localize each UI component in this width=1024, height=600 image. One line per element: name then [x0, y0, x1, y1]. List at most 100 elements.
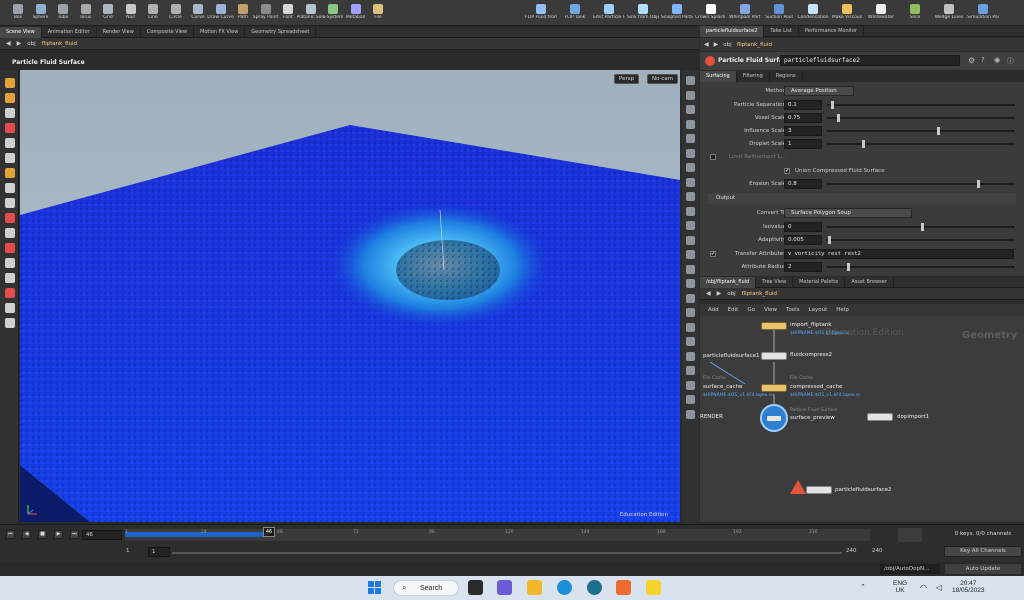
display-option-icon[interactable] — [686, 250, 695, 259]
viewport-tool-icon[interactable] — [5, 288, 15, 298]
subtab-0[interactable]: Surfacing — [700, 71, 737, 82]
frame-ruler[interactable]: 46 1 24 48 72 96 120 144 168 192 216 — [125, 527, 870, 541]
viewport-tool-icon[interactable] — [5, 198, 15, 208]
method-menu[interactable]: Average Position — [784, 86, 854, 96]
fluid-tool-3[interactable]: Sink from Objects — [627, 4, 659, 24]
range-start-field[interactable]: 1 — [148, 547, 170, 557]
fluid-tool-1[interactable]: FLIP Tank — [559, 4, 591, 24]
display-option-icon[interactable] — [686, 366, 695, 375]
display-option-icon[interactable] — [686, 76, 695, 85]
forward-icon[interactable]: ▶ — [717, 290, 722, 297]
viewport-tool-icon[interactable] — [5, 138, 15, 148]
display-option-icon[interactable] — [686, 293, 695, 303]
camera-menu[interactable]: No cam — [647, 74, 678, 84]
frame-indicator[interactable]: 46 — [263, 527, 275, 537]
node-preview-ring[interactable] — [760, 404, 788, 432]
tab-param-2[interactable]: Performance Monitor — [799, 25, 865, 37]
node-compress[interactable] — [761, 352, 787, 360]
tab-scene-3[interactable]: Composite View — [141, 26, 194, 38]
droplet-field[interactable]: 1 — [784, 139, 822, 149]
limit-checkbox[interactable] — [710, 154, 716, 160]
viewport-tool-icon[interactable] — [5, 168, 15, 178]
clock[interactable]: 20:47 18/05/2023 — [952, 580, 985, 594]
display-option-icon[interactable] — [686, 322, 695, 332]
psep-field[interactable]: 0.1 — [784, 100, 822, 110]
viewport-tool-icon[interactable] — [5, 153, 15, 163]
display-option-icon[interactable] — [686, 192, 695, 201]
fluid-tool-11[interactable]: Slice — [899, 4, 931, 24]
forward-icon[interactable]: ▶ — [17, 40, 22, 47]
net-path-fliptank[interactable]: fliptank_fluid — [742, 291, 777, 297]
auto-update-menu[interactable]: Auto Update — [945, 564, 1021, 574]
display-option-icon[interactable] — [686, 134, 695, 143]
task-view-icon[interactable] — [468, 580, 483, 595]
tab-param-0[interactable]: particlefluidsurface2 — [700, 25, 765, 37]
psep-slider[interactable] — [827, 101, 1015, 109]
back-icon[interactable]: ◀ — [6, 40, 11, 47]
last-frame-button[interactable]: ⏭ — [70, 530, 79, 539]
fluid-tool-9[interactable]: Make Viscous — [831, 4, 863, 24]
edge-icon[interactable] — [557, 580, 572, 595]
display-option-icon[interactable] — [686, 308, 695, 317]
scene-viewport[interactable]: Education Edition — [20, 70, 680, 522]
influence-field[interactable]: 3 — [784, 126, 822, 136]
volume-icon[interactable]: ◁ — [936, 583, 942, 592]
viewport-tool-icon[interactable] — [5, 243, 15, 253]
subtab-2[interactable]: Regions — [770, 71, 803, 82]
display-option-icon[interactable] — [686, 148, 695, 158]
range-slider[interactable] — [172, 552, 842, 554]
fluid-tool-4[interactable]: Sculpted Particle Fluid — [661, 4, 693, 24]
persp-menu[interactable]: Persp — [614, 74, 640, 84]
droplet-slider[interactable] — [827, 140, 1015, 148]
viewport-tool-icon[interactable] — [5, 228, 15, 238]
taskbar-search[interactable]: ⌕ Search — [393, 580, 459, 596]
fluid-tool-12[interactable]: Wedge Lines — [933, 4, 965, 24]
attrrad-field[interactable]: 2 — [784, 262, 822, 272]
fluid-tool-0[interactable]: FLIP Fluid from Object — [525, 4, 557, 24]
shelf-tool-16[interactable]: File — [364, 4, 392, 24]
tab-scene-4[interactable]: Motion FX View — [194, 26, 246, 38]
subtab-1[interactable]: Filtering — [737, 71, 770, 82]
display-option-icon[interactable] — [686, 105, 695, 114]
network-editor[interactable]: Add Edit Go View Tools Layout Help Education E… — [700, 304, 1024, 522]
viewport-tool-icon[interactable] — [5, 93, 15, 103]
path-fliptank[interactable]: fliptank_fluid — [737, 42, 772, 48]
gear-icon[interactable]: ⚙ — [968, 56, 975, 65]
display-option-icon[interactable] — [686, 177, 695, 187]
forward-icon[interactable]: ▶ — [714, 41, 719, 48]
display-option-icon[interactable] — [686, 221, 695, 230]
adapt-slider[interactable] — [827, 236, 1015, 244]
fluid-tool-5[interactable]: Crown Splash Particle Fluid — [695, 4, 727, 24]
viewport-tool-icon[interactable] — [5, 318, 15, 328]
fluid-tool-13[interactable]: Simulation Particle Fluid — [967, 4, 999, 24]
display-option-icon[interactable] — [686, 90, 695, 100]
tab-scene-1[interactable]: Animation Editor — [42, 26, 97, 38]
viewport-tool-icon[interactable] — [5, 108, 15, 118]
voxel-slider[interactable] — [827, 114, 1015, 122]
influence-slider[interactable] — [827, 127, 1015, 135]
attrrad-slider[interactable] — [827, 263, 1015, 271]
viewport-tool-icon[interactable] — [5, 78, 15, 88]
key-icon[interactable] — [898, 528, 922, 542]
fluid-tool-8[interactable]: Condensation — [797, 4, 829, 24]
fluid-tool-10[interactable]: Whitewater — [865, 4, 897, 24]
fluid-tool-2[interactable]: Emit Particle Fluid — [593, 4, 625, 24]
sticky-notes-icon[interactable] — [646, 580, 661, 595]
tab-scene-5[interactable]: Geometry Spreadsheet — [245, 26, 317, 38]
chevron-up-icon[interactable]: ⌃ — [860, 583, 866, 591]
display-option-icon[interactable] — [686, 337, 695, 346]
range-end[interactable]: 240 — [846, 548, 857, 554]
display-option-icon[interactable] — [686, 163, 695, 172]
viewport-tool-icon[interactable] — [5, 303, 15, 313]
adapt-field[interactable]: 0.005 — [784, 235, 822, 245]
tab-param-1[interactable]: Take List — [764, 25, 799, 37]
erosion-field[interactable]: 0.8 — [784, 179, 822, 189]
range-start[interactable]: 1 — [126, 548, 130, 554]
node-pfs2[interactable] — [806, 486, 832, 494]
transfer-field[interactable]: v vorticity rest rest2 — [784, 249, 1014, 259]
iso-slider[interactable] — [827, 223, 1015, 231]
tab-network-3[interactable]: Asset Browser — [845, 276, 894, 288]
windows-start-icon[interactable] — [368, 581, 382, 595]
display-option-icon[interactable] — [686, 119, 695, 129]
union-checkbox[interactable]: ✔ — [784, 168, 790, 174]
